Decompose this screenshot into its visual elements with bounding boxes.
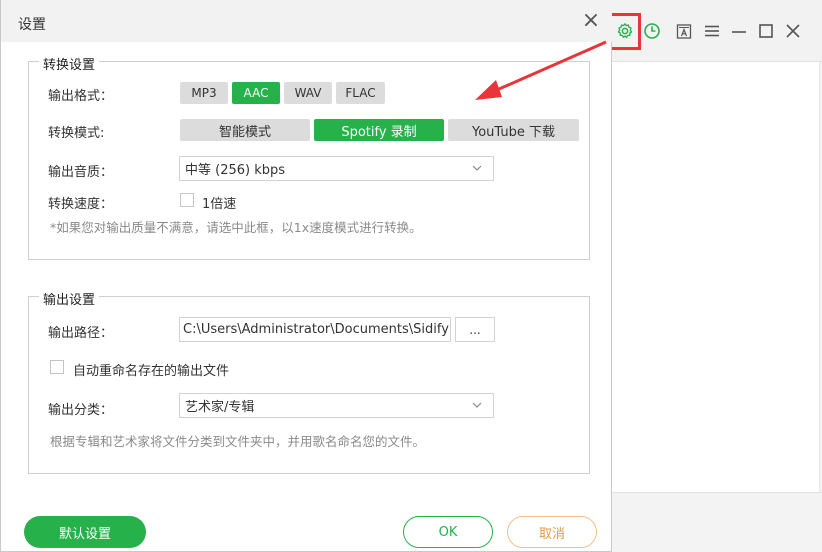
output-category-value: 艺术家/专辑 xyxy=(185,400,255,415)
close-icon[interactable] xyxy=(782,20,804,42)
maximize-icon[interactable] xyxy=(755,20,777,42)
output-quality-label: 输出音质： xyxy=(48,165,114,180)
output-quality-select[interactable]: 中等 (256) kbps xyxy=(179,156,494,181)
speed-hint-text: *如果您对输出质量不满意，请选中此框，以1x速度模式进行转换。 xyxy=(50,220,422,235)
output-settings-group: 输出设置 输出路径： C:\Users\Administrator\Docume… xyxy=(28,289,590,474)
format-wav-button[interactable]: WAV xyxy=(284,82,332,104)
auto-rename-checkbox[interactable] xyxy=(50,360,64,374)
dialog-close-button[interactable]: × xyxy=(581,10,601,32)
format-aac-button[interactable]: AAC xyxy=(232,82,280,104)
output-path-input[interactable]: C:\Users\Administrator\Documents\Sidify … xyxy=(179,317,451,342)
category-hint-text: 根据专辑和艺术家将文件分类到文件夹中，并用歌名命名您的文件。 xyxy=(50,434,426,449)
output-category-label: 输出分类： xyxy=(48,403,114,418)
mode-youtube-download-button[interactable]: YouTube 下载 xyxy=(448,119,579,141)
menu-icon[interactable] xyxy=(701,20,723,42)
conversion-settings-legend: 转换设置 xyxy=(39,54,100,73)
conversion-mode-label: 转换模式: xyxy=(48,126,105,141)
output-format-label: 输出格式： xyxy=(48,89,114,104)
output-quality-value: 中等 (256) kbps xyxy=(185,163,286,178)
chevron-down-icon xyxy=(472,165,482,171)
main-window-toolbar xyxy=(612,0,822,62)
speed-1x-checkbox[interactable] xyxy=(180,193,194,207)
dialog-title: 设置 xyxy=(18,17,46,33)
output-category-select[interactable]: 艺术家/专辑 xyxy=(179,393,494,418)
browse-button[interactable]: ... xyxy=(455,317,495,342)
speed-1x-label: 1倍速 xyxy=(202,197,237,212)
main-window-footer xyxy=(612,492,822,552)
mode-smart-button[interactable]: 智能模式 xyxy=(180,119,310,141)
format-mp3-button[interactable]: MP3 xyxy=(180,82,228,104)
ok-button[interactable]: OK xyxy=(403,516,493,548)
output-settings-legend: 输出设置 xyxy=(39,289,100,308)
chevron-down-icon xyxy=(472,402,482,408)
settings-dialog: 设置 × 转换设置 输出格式： MP3 AAC WAV FLAC 转换模式: 智… xyxy=(0,0,612,552)
dialog-titlebar: 设置 × xyxy=(1,0,612,42)
default-settings-button[interactable]: 默认设置 xyxy=(24,516,146,548)
conversion-speed-label: 转换速度： xyxy=(48,197,114,212)
cancel-button[interactable]: 取消 xyxy=(507,516,597,548)
auto-rename-label: 自动重命名存在的输出文件 xyxy=(73,364,230,379)
conversion-settings-group: 转换设置 输出格式： MP3 AAC WAV FLAC 转换模式: 智能模式 S… xyxy=(28,54,590,260)
mode-spotify-record-button[interactable]: Spotify 录制 xyxy=(314,119,444,141)
text-icon[interactable] xyxy=(673,20,695,42)
minimize-icon[interactable] xyxy=(728,20,750,42)
format-flac-button[interactable]: FLAC xyxy=(336,82,385,104)
history-icon[interactable] xyxy=(641,20,663,42)
output-path-label: 输出路径： xyxy=(48,326,114,341)
gear-highlight-box xyxy=(608,13,641,50)
